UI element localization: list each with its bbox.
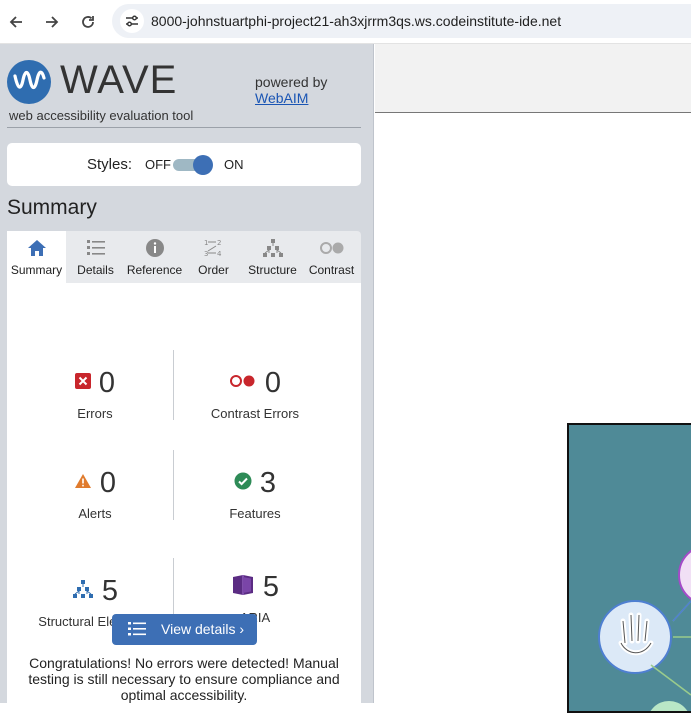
address-bar[interactable]: 8000-johnstuartphi-project21-ah3xjrrm3qs…: [112, 4, 691, 38]
contrast-errors-label: Contrast Errors: [210, 406, 300, 421]
svg-text:4: 4: [217, 250, 222, 258]
reload-icon[interactable]: [76, 10, 100, 34]
tab-label: Reference: [126, 263, 183, 277]
browser-toolbar: 8000-johnstuartphi-project21-ah3xjrrm3qs…: [0, 0, 691, 44]
aria-cube-icon: [231, 573, 255, 602]
summary-panel: 0 Errors 0 Contrast Errors 0 Alerts 3 Fe…: [7, 283, 361, 703]
errors-label: Errors: [77, 406, 113, 421]
view-details-label: View details ›: [161, 621, 245, 637]
tab-reference[interactable]: Reference: [125, 231, 184, 283]
styles-label: Styles:: [87, 156, 133, 173]
list-icon: [128, 621, 146, 640]
wave-logo-text: WAVE: [60, 58, 178, 102]
check-circle-icon: [234, 472, 252, 495]
error-x-icon: [74, 372, 91, 394]
powered-by-text: powered by: [255, 74, 328, 90]
wave-logo-icon: [7, 60, 51, 104]
styles-toggle-card: Styles: OFF ON: [7, 143, 361, 186]
tab-label: Details: [77, 263, 114, 277]
list-icon: [66, 237, 125, 259]
stat-errors[interactable]: 0 Errors: [7, 367, 183, 437]
styles-toggle[interactable]: [173, 155, 213, 175]
alerts-label: Alerts: [78, 506, 112, 521]
order-icon: 1 2 3 4: [184, 237, 243, 259]
wave-tabs: Summary Details Reference 1 2 3 4 Order Str…: [7, 231, 361, 283]
contrast-errors-count: 0: [264, 366, 282, 399]
page-hero-image: [567, 423, 691, 713]
contrast-icon: [302, 237, 361, 259]
tab-order[interactable]: 1 2 3 4 Order: [184, 231, 243, 283]
contrast-circles-icon: [229, 374, 257, 393]
tab-details[interactable]: Details: [66, 231, 125, 283]
structure-tree-icon: [72, 579, 94, 604]
tab-label: Contrast: [308, 263, 355, 277]
stat-features[interactable]: 3 Features: [167, 467, 343, 537]
forward-arrow-icon[interactable]: [40, 10, 64, 34]
alert-triangle-icon: [74, 473, 92, 494]
tab-contrast[interactable]: Contrast: [302, 231, 361, 283]
webaim-link[interactable]: WebAIM: [255, 90, 327, 106]
svg-text:2: 2: [217, 239, 221, 247]
features-count: 3: [259, 466, 277, 499]
tab-label: Structure: [248, 263, 297, 277]
summary-heading: Summary: [7, 196, 97, 219]
styles-off-label: OFF: [145, 157, 171, 172]
structure-icon: [243, 237, 302, 259]
svg-text:3: 3: [204, 250, 208, 258]
svg-text:1: 1: [204, 239, 208, 247]
wave-tagline: web accessibility evaluation tool: [9, 108, 194, 123]
structural-count: 5: [101, 574, 119, 607]
divider: [7, 127, 361, 128]
tab-summary[interactable]: Summary: [7, 231, 66, 283]
features-label: Features: [229, 506, 281, 521]
site-info-icon[interactable]: [120, 9, 144, 33]
page-header-preview: [375, 44, 691, 113]
wave-sidebar: WAVE web accessibility evaluation tool p…: [0, 44, 374, 703]
errors-count: 0: [98, 366, 116, 399]
alerts-count: 0: [99, 466, 117, 499]
stat-alerts[interactable]: 0 Alerts: [7, 467, 183, 537]
view-details-button[interactable]: View details ›: [112, 614, 257, 645]
styles-on-label: ON: [224, 157, 244, 172]
home-icon: [7, 237, 66, 259]
tab-label: Summary: [10, 263, 63, 277]
toggle-knob: [193, 155, 213, 175]
tab-label: Order: [198, 263, 229, 277]
url-text[interactable]: 8000-johnstuartphi-project21-ah3xjrrm3qs…: [151, 13, 561, 29]
info-icon: [125, 237, 184, 259]
congrats-message: Congratulations! No errors were detected…: [28, 655, 340, 703]
stat-contrast-errors[interactable]: 0 Contrast Errors: [167, 367, 343, 437]
aria-count: 5: [262, 570, 280, 603]
powered-by: powered by WebAIM: [255, 74, 327, 106]
back-arrow-icon[interactable]: [4, 10, 28, 34]
tab-structure[interactable]: Structure: [243, 231, 302, 283]
